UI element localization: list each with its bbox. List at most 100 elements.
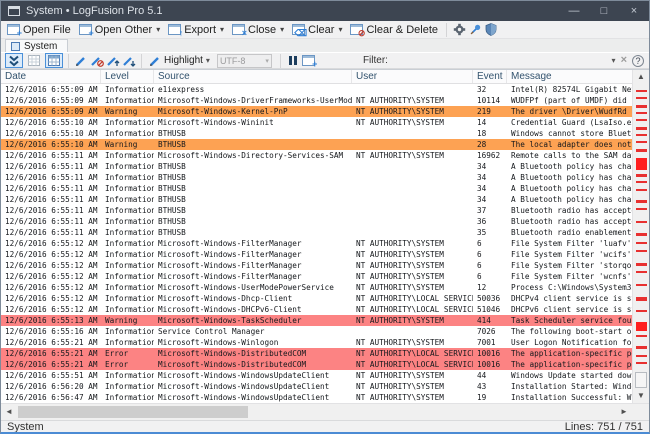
table-row[interactable]: 12/6/2016 6:55:12 AM Information Microso…	[1, 282, 632, 293]
settings-gear-icon[interactable]	[451, 23, 467, 37]
table-row[interactable]: 12/6/2016 6:55:10 AM Warning BTHUSB 28 T…	[1, 139, 632, 150]
table-row[interactable]: 12/6/2016 6:55:12 AM Information Microso…	[1, 304, 632, 315]
table-row[interactable]: 12/6/2016 6:55:11 AM Information Microso…	[1, 150, 632, 161]
clear-filter-icon[interactable]: ×	[621, 55, 627, 66]
tab-system-label: System	[24, 40, 58, 52]
column-header-date[interactable]: Date	[1, 70, 101, 83]
export-button[interactable]: ↑ Export ▾	[164, 23, 228, 38]
pause-button[interactable]	[285, 54, 301, 68]
table-row[interactable]: 12/6/2016 6:55:21 AM Error Microsoft-Win…	[1, 359, 632, 370]
table-row[interactable]: 12/6/2016 6:55:10 AM Information Microso…	[1, 117, 632, 128]
table-row[interactable]: 12/6/2016 6:55:09 AM Information e1iexpr…	[1, 84, 632, 95]
scrollbar-highlight-mark	[636, 127, 647, 130]
table-row[interactable]: 12/6/2016 6:55:10 AM Information BTHUSB …	[1, 128, 632, 139]
vertical-scrollbar[interactable]: ▲ ▼	[632, 70, 649, 403]
horizontal-scroll-thumb[interactable]	[18, 406, 248, 418]
cell-user	[352, 227, 473, 238]
minimize-button[interactable]: —	[559, 1, 589, 21]
maximize-button[interactable]: □	[589, 1, 619, 21]
cell-message: Intel(R) 82574L Gigabit Netw	[511, 85, 632, 94]
column-header-user[interactable]: User	[352, 70, 473, 83]
shield-icon[interactable]	[483, 23, 499, 37]
log-view: Date Level Source User Event ID Message …	[1, 69, 649, 403]
horizontal-scrollbar[interactable]: ◄ ►	[1, 404, 632, 420]
cell-event-id: 414	[477, 316, 491, 325]
cell-date: 12/6/2016 6:55:11 AM	[5, 217, 98, 226]
cell-message: Remote calls to the SAM data	[511, 151, 632, 160]
next-highlight-icon[interactable]	[105, 54, 121, 68]
cell-level: Information	[105, 85, 154, 94]
table-row[interactable]: 12/6/2016 6:55:12 AM Information Microso…	[1, 249, 632, 260]
cell-level: Information	[105, 327, 154, 336]
cell-level: Information	[105, 195, 154, 204]
cell-event-id: 37	[477, 206, 487, 215]
scroll-right-icon[interactable]: ►	[616, 405, 632, 419]
table-row[interactable]: 12/6/2016 6:55:09 AM Warning Microsoft-W…	[1, 106, 632, 117]
cell-level: Information	[105, 261, 154, 270]
table-row[interactable]: 12/6/2016 6:55:16 AM Information Service…	[1, 326, 632, 337]
cell-message: Bluetooth radio has accepted	[511, 217, 632, 226]
table-row[interactable]: 12/6/2016 6:55:11 AM Information BTHUSB …	[1, 205, 632, 216]
column-header-message[interactable]: Message	[507, 70, 632, 83]
table-row[interactable]: 12/6/2016 6:55:12 AM Information Microso…	[1, 271, 632, 282]
table-row[interactable]: 12/6/2016 6:55:13 AM Warning Microsoft-W…	[1, 315, 632, 326]
toolbar-separator	[68, 53, 69, 68]
table-row[interactable]: 12/6/2016 6:56:20 AM Information Microso…	[1, 381, 632, 392]
open-file-button[interactable]: + Open File	[3, 23, 75, 38]
grid-plain-icon[interactable]	[25, 53, 43, 68]
highlight-pen-icon[interactable]	[73, 54, 89, 68]
cell-source: Microsoft-Windows-DriverFrameworks-UserM…	[158, 96, 352, 105]
table-row[interactable]: 12/6/2016 6:55:21 AM Error Microsoft-Win…	[1, 348, 632, 359]
table-row[interactable]: 12/6/2016 6:55:51 AM Information Microso…	[1, 370, 632, 381]
encoding-select[interactable]: UTF-8 ▾	[216, 53, 272, 68]
clear-button[interactable]: ⌫ Clear ▾	[288, 23, 346, 38]
cell-source: BTHUSB	[158, 129, 186, 138]
cell-event-id: 6	[477, 239, 482, 248]
column-header-eventid[interactable]: Event ID	[473, 70, 507, 83]
column-header-level[interactable]: Level	[101, 70, 154, 83]
table-row[interactable]: 12/6/2016 6:55:11 AM Information BTHUSB …	[1, 183, 632, 194]
open-file-label: Open File	[23, 23, 71, 36]
cell-source: Microsoft-Windows-Kernel-PnP	[158, 107, 288, 116]
table-row[interactable]: 12/6/2016 6:55:11 AM Information BTHUSB …	[1, 172, 632, 183]
remove-highlight-icon[interactable]	[89, 54, 105, 68]
scroll-left-icon[interactable]: ◄	[1, 405, 17, 419]
table-row[interactable]: 12/6/2016 6:55:11 AM Information BTHUSB …	[1, 227, 632, 238]
open-other-button[interactable]: + Open Other ▾	[75, 23, 165, 38]
highlight-menu-button[interactable]: Highlight ▾	[146, 55, 213, 67]
tab-system[interactable]: System	[5, 39, 69, 52]
scrollbar-highlight-mark	[636, 97, 647, 99]
filter-history-dropdown[interactable]: ▾	[612, 56, 616, 65]
help-icon[interactable]: ?	[632, 54, 644, 67]
table-row[interactable]: 12/6/2016 6:55:12 AM Information Microso…	[1, 238, 632, 249]
cell-level: Error	[105, 349, 129, 358]
table-row[interactable]: 12/6/2016 6:56:47 AM Information Microso…	[1, 392, 632, 403]
previous-highlight-icon[interactable]	[121, 54, 137, 68]
scroll-up-icon[interactable]: ▲	[633, 70, 649, 84]
grid-header-toggle[interactable]	[45, 53, 63, 68]
table-row[interactable]: 12/6/2016 6:55:09 AM Information Microso…	[1, 95, 632, 106]
clear-delete-button[interactable]: ⊘ Clear & Delete	[346, 23, 442, 38]
column-header-source[interactable]: Source	[154, 70, 352, 83]
cell-date: 12/6/2016 6:55:09 AM	[5, 85, 98, 94]
filter-results-tab-icon[interactable]: +	[301, 54, 317, 69]
close-log-button[interactable]: × Close ▾	[228, 23, 288, 38]
table-row[interactable]: 12/6/2016 6:55:12 AM Information Microso…	[1, 293, 632, 304]
filter-label: Filter:	[362, 55, 388, 66]
autoscroll-toggle[interactable]	[5, 53, 23, 68]
table-row[interactable]: 12/6/2016 6:55:12 AM Information Microso…	[1, 260, 632, 271]
table-row[interactable]: 12/6/2016 6:55:11 AM Information BTHUSB …	[1, 161, 632, 172]
pin-icon[interactable]	[467, 23, 483, 37]
log-tab-icon	[11, 41, 20, 51]
table-row[interactable]: 12/6/2016 6:55:21 AM Information Microso…	[1, 337, 632, 348]
cell-event-id: 10016	[477, 360, 501, 369]
cell-message: File System Filter 'wcnfs' (	[511, 272, 632, 281]
cell-date: 12/6/2016 6:55:13 AM	[5, 316, 98, 325]
vertical-scroll-thumb[interactable]	[635, 372, 647, 388]
scroll-down-icon[interactable]: ▼	[633, 389, 649, 403]
filter-input[interactable]	[387, 54, 612, 67]
cell-level: Information	[105, 250, 154, 259]
table-row[interactable]: 12/6/2016 6:55:11 AM Information BTHUSB …	[1, 194, 632, 205]
close-button[interactable]: ×	[619, 1, 649, 21]
table-row[interactable]: 12/6/2016 6:55:11 AM Information BTHUSB …	[1, 216, 632, 227]
